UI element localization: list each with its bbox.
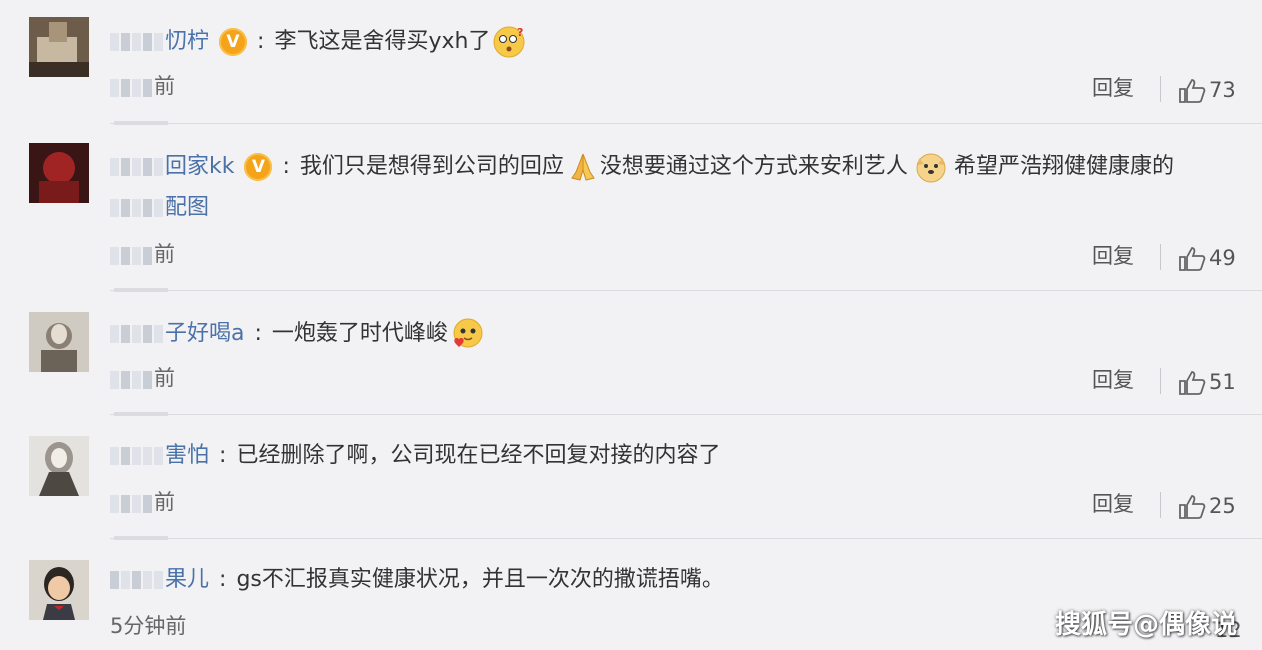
image-link[interactable]: 配图 bbox=[165, 195, 209, 220]
thumbs-up-icon bbox=[1179, 371, 1206, 395]
comment-time: 前 bbox=[154, 74, 175, 98]
reply-button[interactable]: 回复 bbox=[1092, 490, 1134, 518]
like-count: 49 bbox=[1209, 246, 1236, 270]
reply-button[interactable]: 回复 bbox=[1092, 242, 1134, 270]
reply-button[interactable]: 回复 bbox=[1092, 74, 1134, 102]
username-obscured bbox=[110, 319, 165, 349]
comment-time: 前 bbox=[154, 242, 175, 266]
separator bbox=[110, 538, 1262, 539]
thumbs-up-icon bbox=[1179, 495, 1206, 519]
like-button[interactable]: 49 bbox=[1178, 244, 1236, 272]
comment-text: gs不汇报真实健康状况，并且一次次的撒谎捂嘴。 bbox=[236, 567, 724, 592]
username[interactable]: 回家kk bbox=[165, 154, 234, 179]
avatar[interactable] bbox=[29, 312, 89, 372]
separator bbox=[110, 123, 1262, 124]
time-obscured bbox=[110, 73, 154, 101]
comment-text: 我们只是想得到公司的回应 bbox=[299, 154, 564, 179]
username-obscured bbox=[110, 152, 165, 182]
username[interactable]: 子好喝a bbox=[165, 321, 244, 346]
thinking-face-emoji: ? bbox=[492, 25, 526, 59]
like-count: 25 bbox=[1209, 494, 1236, 518]
pray-hands-emoji bbox=[566, 150, 600, 184]
reply-button[interactable]: 回复 bbox=[1092, 366, 1134, 394]
doge-face-emoji bbox=[914, 150, 948, 184]
thumbs-up-icon bbox=[1179, 79, 1206, 103]
username[interactable]: 忉柠 bbox=[165, 29, 209, 54]
svg-text:?: ? bbox=[517, 26, 523, 39]
time-obscured bbox=[110, 365, 154, 393]
avatar[interactable] bbox=[29, 436, 89, 496]
avatar[interactable] bbox=[29, 17, 89, 77]
comment-text: 没想要通过这个方式来安利艺人 bbox=[599, 154, 908, 179]
divider bbox=[1160, 368, 1161, 394]
comment-text: 李飞这是舍得买yxh了 bbox=[274, 29, 491, 54]
thumbs-up-icon bbox=[1179, 247, 1206, 271]
comment-time: 前 bbox=[154, 366, 175, 390]
text-obscured bbox=[110, 193, 165, 223]
verified-badge-icon: V bbox=[219, 28, 248, 56]
separator bbox=[110, 290, 1262, 291]
verified-badge-icon: V bbox=[244, 153, 273, 181]
avatar[interactable] bbox=[29, 143, 89, 203]
divider bbox=[1160, 492, 1161, 518]
separator bbox=[110, 414, 1262, 415]
like-button[interactable]: 25 bbox=[1178, 492, 1236, 520]
time-obscured bbox=[110, 489, 154, 517]
username-obscured bbox=[110, 441, 165, 471]
like-count: 73 bbox=[1209, 78, 1236, 102]
divider bbox=[1160, 244, 1161, 270]
comment-text: 已经删除了啊，公司现在已经不回复对接的内容了 bbox=[236, 443, 721, 468]
watermark: 搜狐号@偶像说 bbox=[1055, 610, 1238, 640]
time-obscured bbox=[110, 241, 154, 269]
username-obscured bbox=[110, 27, 165, 57]
like-button[interactable]: 51 bbox=[1178, 368, 1236, 396]
username[interactable]: 害怕 bbox=[165, 443, 209, 468]
comment-time: 5分钟前 bbox=[110, 614, 187, 638]
avatar[interactable] bbox=[29, 560, 89, 620]
like-count: 51 bbox=[1209, 370, 1236, 394]
username-obscured bbox=[110, 565, 165, 595]
comment-text: 一炮轰了时代峰峻 bbox=[271, 321, 448, 346]
comment-text: 希望严浩翔健健康康的 bbox=[953, 154, 1174, 179]
comment-time: 前 bbox=[154, 490, 175, 514]
love-face-emoji bbox=[450, 317, 484, 351]
like-button[interactable]: 73 bbox=[1178, 76, 1236, 104]
username[interactable]: 果儿 bbox=[165, 567, 209, 592]
divider bbox=[1160, 76, 1161, 102]
